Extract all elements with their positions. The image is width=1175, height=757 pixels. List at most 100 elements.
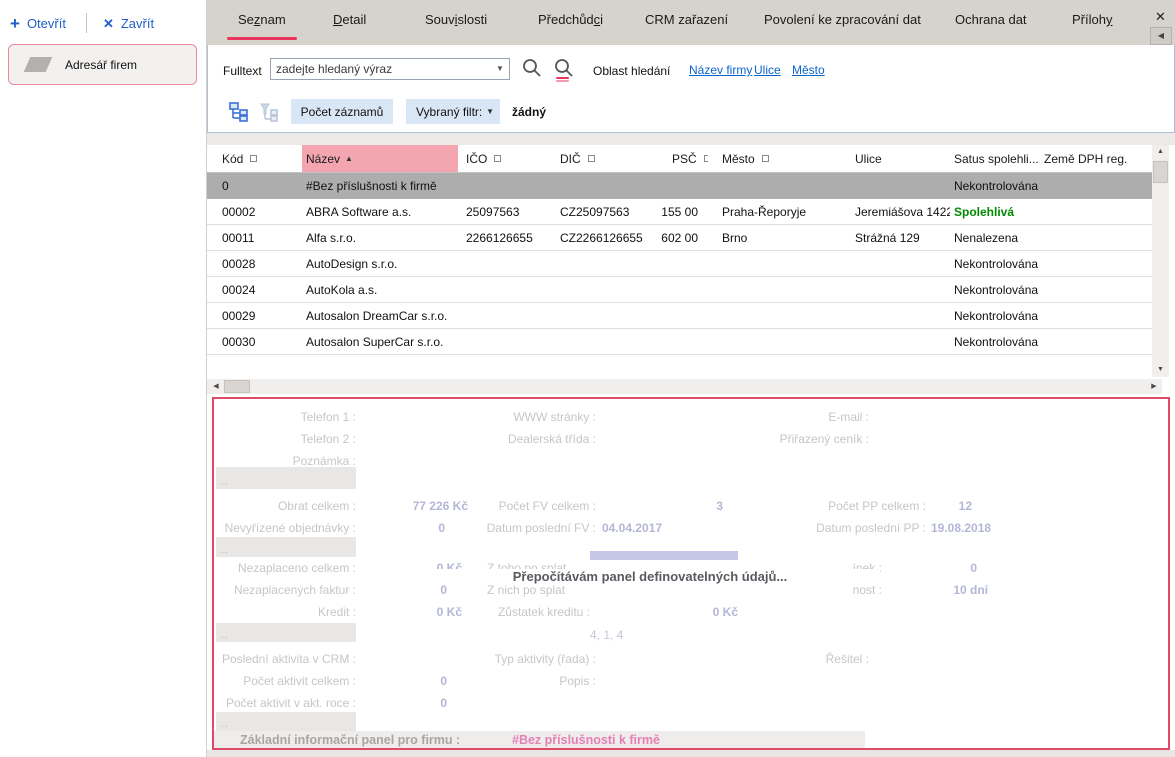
companies-table: Kód Název▲ IČO DIČ PSČ Město Ulice Satus… xyxy=(207,145,1175,379)
search-icon[interactable] xyxy=(521,57,543,79)
tab-bar: Seznam Detail Souvislosti Předchůdci CRM… xyxy=(207,0,1175,45)
scope-link-mesto[interactable]: Město xyxy=(792,63,825,77)
column-header-kod[interactable]: Kód xyxy=(207,145,302,172)
table-row[interactable]: 00028AutoDesign s.r.o.Nekontrolována xyxy=(207,251,1152,277)
pocet-aktivit-roce-value: 0 xyxy=(397,696,447,710)
sort-asc-icon: ▲ xyxy=(345,154,353,163)
table-row[interactable]: 00029Autosalon DreamCar s.r.o.Nekontrolo… xyxy=(207,303,1152,329)
scroll-up-icon[interactable]: ▲ xyxy=(1152,145,1169,159)
table-row[interactable]: 0#Bez příslušnosti k firměNekontrolována xyxy=(207,173,1152,199)
tab-detail[interactable]: Detail xyxy=(333,12,366,27)
column-header-zeme[interactable]: Země DPH reg. xyxy=(1040,145,1152,172)
selected-filter-label: Vybraný filtr: xyxy=(416,105,482,119)
nezaplaceno-label: Nezaplaceno celkem : xyxy=(216,561,356,575)
collapsed-group-bar[interactable]: .. xyxy=(216,623,356,642)
sidebar-item-label: Adresář firem xyxy=(65,58,137,72)
panel-footer-value: #Bez příslušnosti k firmě xyxy=(512,733,660,747)
scroll-down-icon[interactable]: ▼ xyxy=(1152,363,1169,377)
vertical-scrollbar[interactable]: ▲ ▼ xyxy=(1152,145,1169,377)
kredit-value: 0 Kč xyxy=(362,605,462,619)
query-panel: Fulltext ▼ Oblast hledání Název firmy Ul… xyxy=(207,45,1175,133)
close-icon: ✕ xyxy=(103,17,114,30)
datum-fv-label: Datum poslední FV : xyxy=(456,521,596,535)
column-header-psc[interactable]: PSČ xyxy=(652,145,708,172)
obrat-label: Obrat celkem : xyxy=(216,499,356,513)
company-info-panel: Telefon 1 : WWW stránky : E-mail : Telef… xyxy=(212,397,1170,750)
tree-filter-icon-disabled xyxy=(258,101,280,123)
filter-box-icon[interactable] xyxy=(762,155,769,162)
tree-view-icon[interactable] xyxy=(228,101,250,123)
tab-scroll-left-button[interactable]: ◀ xyxy=(1150,27,1172,45)
popis-label: Popis : xyxy=(456,674,596,688)
window-close-icon[interactable]: ✕ xyxy=(1155,9,1166,25)
fulltext-input[interactable] xyxy=(270,58,510,80)
status-badge: Nekontrolována xyxy=(950,173,1040,198)
fulltext-label: Fulltext xyxy=(223,64,262,78)
bottom-strip xyxy=(207,750,1175,757)
scope-link-nazev-firmy[interactable]: Název firmy xyxy=(689,63,752,77)
collapsed-group-bar[interactable]: .. xyxy=(216,537,356,557)
open-button[interactable]: + Otevřít xyxy=(10,15,66,32)
tab-povoleni[interactable]: Povolení ke zpracování dat xyxy=(764,12,921,27)
close-module-button[interactable]: ✕ Zavřít xyxy=(103,16,154,31)
telefon2-label: Telefon 2 : xyxy=(216,432,356,446)
table-row[interactable]: 00030Autosalon SuperCar s.r.o.Nekontrolo… xyxy=(207,329,1152,355)
filter-box-icon[interactable] xyxy=(588,155,595,162)
scrollbar-thumb[interactable] xyxy=(1153,161,1168,183)
panel-footer: Základní informační panel pro firmu : #B… xyxy=(214,731,865,748)
splatnost-value: 10 dní xyxy=(918,583,988,597)
telefon1-label: Telefon 1 : xyxy=(216,410,356,424)
scope-link-ulice[interactable]: Ulice xyxy=(754,63,781,77)
close-button-label: Zavřít xyxy=(121,16,154,31)
column-header-mesto[interactable]: Město xyxy=(708,145,843,172)
dealerska-label: Dealerská třída : xyxy=(456,432,596,446)
pocet-aktivit-roce-label: Počet aktivit v akt. roce : xyxy=(216,696,356,710)
obrat-value: 77 226 Kč xyxy=(368,499,468,513)
tab-souvislosti[interactable]: Souvislosti xyxy=(425,12,487,27)
scrollbar-thumb[interactable] xyxy=(224,380,250,393)
sidebar-item-adresar-firem[interactable]: Adresář firem xyxy=(8,44,197,85)
counts-text: 4, 1, 4 xyxy=(590,628,623,642)
red-underline xyxy=(556,77,569,79)
tab-crm-zarazeni[interactable]: CRM zařazení xyxy=(645,12,728,27)
search-all-icon[interactable] xyxy=(553,57,575,79)
open-button-label: Otevřít xyxy=(27,16,66,31)
znich-label: Z nich po splat xyxy=(487,583,565,597)
status-badge: Nekontrolována xyxy=(950,329,1040,354)
active-tab-indicator xyxy=(227,37,297,40)
column-header-nazev[interactable]: Název▲ xyxy=(302,145,458,172)
collapsed-group-bar[interactable]: .. xyxy=(216,712,356,731)
record-count-button[interactable]: Počet záznamů xyxy=(291,99,393,124)
pocet-pp-label: Počet PP celkem : xyxy=(786,499,926,513)
module-icon xyxy=(24,57,53,72)
column-header-ulice[interactable]: Ulice xyxy=(843,145,950,172)
vertical-divider xyxy=(86,13,87,33)
email-label: E-mail : xyxy=(729,410,869,424)
column-header-ico[interactable]: IČO xyxy=(458,145,552,172)
selected-filter-dropdown[interactable]: Vybraný filtr: ▼ xyxy=(406,99,500,124)
kredit-label: Kredit : xyxy=(216,605,356,619)
scroll-left-icon[interactable]: ◀ xyxy=(209,379,223,394)
resitel-label: Řešitel : xyxy=(729,652,869,666)
app-window: + Otevřít ✕ Zavřít Adresář firem Seznam … xyxy=(0,0,1175,757)
spacer-strip xyxy=(207,133,1175,145)
table-row[interactable]: 00011Alfa s.r.o.2266126655CZ226612665560… xyxy=(207,225,1152,251)
zustatek-label: Zůstatek kreditu : xyxy=(456,605,590,619)
horizontal-scrollbar[interactable]: ◀ ▶ xyxy=(207,379,1162,394)
tab-predchudci[interactable]: Předchůdci xyxy=(538,12,603,27)
filter-box-icon[interactable] xyxy=(250,155,257,162)
search-scope-label: Oblast hledání xyxy=(593,64,670,78)
pocet-aktivit-celkem-label: Počet aktivit celkem : xyxy=(216,674,356,688)
filter-box-icon[interactable] xyxy=(494,155,501,162)
collapsed-group-bar[interactable]: .. xyxy=(216,467,356,489)
tab-seznam[interactable]: Seznam xyxy=(238,12,286,27)
tab-prilohy[interactable]: Přílohy xyxy=(1072,12,1112,27)
table-row[interactable]: 00024AutoKola a.s.Nekontrolována xyxy=(207,277,1152,303)
scroll-right-icon[interactable]: ▶ xyxy=(1147,379,1161,394)
column-header-status[interactable]: Satus spolehli... xyxy=(950,145,1040,172)
column-header-dic[interactable]: DIČ xyxy=(552,145,652,172)
table-row[interactable]: 00002ABRA Software a.s.25097563CZ2509756… xyxy=(207,199,1152,225)
status-badge: Nekontrolována xyxy=(950,303,1040,328)
splatnost-label-fragment: nost : xyxy=(832,583,882,597)
tab-ochrana-dat[interactable]: Ochrana dat xyxy=(955,12,1027,27)
